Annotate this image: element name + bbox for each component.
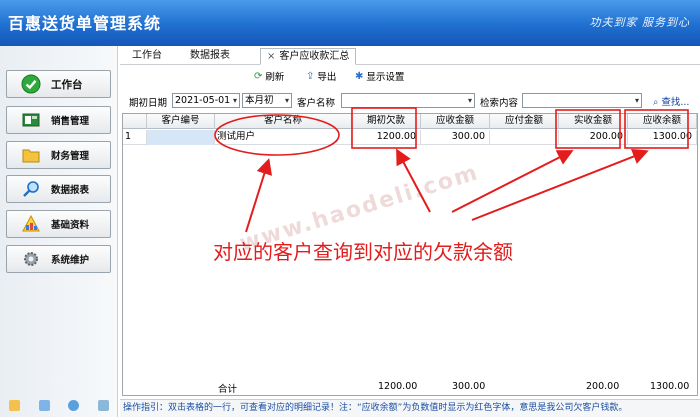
sidebar-item-sales[interactable]: 销售管理 bbox=[6, 106, 111, 134]
refresh-icon: ⟳ bbox=[254, 70, 263, 82]
export-label: 导出 bbox=[317, 72, 337, 83]
sidebar: 工作台 销售管理 财务管理 数据报表 基础资料 系统维护 bbox=[0, 46, 118, 417]
sidebar-item-finance[interactable]: 财务管理 bbox=[6, 141, 111, 169]
total-opening-debt: 1200.00 bbox=[378, 381, 418, 392]
table-header: 客户编号 客户名称 期初欠款 应收金额 应付金额 实收金额 应收余额 bbox=[123, 114, 697, 129]
chevron-down-icon: ▾ bbox=[232, 96, 237, 105]
sidebar-item-reports[interactable]: 数据报表 bbox=[6, 175, 111, 203]
sidebar-item-label: 基础资料 bbox=[51, 220, 90, 231]
tab-customer-receivables[interactable]: × 客户应收款汇总 bbox=[260, 48, 357, 65]
tab-reports[interactable]: 数据报表 bbox=[190, 48, 230, 65]
sales-icon bbox=[21, 110, 41, 130]
search-label: 检索内容 bbox=[480, 98, 519, 109]
help-icon[interactable] bbox=[68, 400, 80, 411]
settings-icon: ✱ bbox=[355, 70, 364, 82]
sidebar-item-workbench[interactable]: 工作台 bbox=[6, 70, 111, 98]
period-type-value: 本月初 bbox=[245, 95, 274, 106]
sidebar-item-label: 系统维护 bbox=[51, 255, 90, 266]
period-date-value: 2021-05-01 bbox=[175, 95, 231, 106]
totals-row: 合计 1200.00 300.00 200.00 1300.00 bbox=[122, 381, 698, 395]
total-balance: 1300.00 bbox=[650, 381, 690, 392]
folder-icon bbox=[21, 145, 41, 165]
export-button[interactable]: ⇪ 导出 bbox=[306, 69, 337, 84]
chevron-down-icon: ▾ bbox=[634, 96, 639, 105]
sidebar-footer bbox=[0, 400, 118, 411]
sidebar-item-label: 销售管理 bbox=[51, 116, 90, 127]
tab-workbench[interactable]: 工作台 bbox=[132, 48, 162, 65]
app-slogan: 功夫到家 服务到心 bbox=[589, 16, 690, 29]
col-received[interactable]: 实收金额 bbox=[559, 114, 628, 129]
cell-customer-name[interactable]: 测试用户 bbox=[215, 130, 352, 145]
search-input[interactable]: ▾ bbox=[522, 93, 642, 108]
row-number: 1 bbox=[123, 130, 147, 145]
cell-customer-code[interactable] bbox=[147, 130, 215, 145]
note-icon[interactable] bbox=[9, 400, 21, 411]
close-icon[interactable]: × bbox=[267, 51, 275, 62]
total-received: 200.00 bbox=[586, 381, 620, 392]
check-circle-icon bbox=[21, 74, 41, 94]
sidebar-item-system[interactable]: 系统维护 bbox=[6, 245, 111, 273]
cell-received[interactable]: 200.00 bbox=[559, 130, 628, 145]
gear-icon bbox=[21, 249, 41, 269]
app-header: 百惠送货单管理系统 功夫到家 服务到心 bbox=[0, 0, 700, 46]
status-bar: 操作指引：双击表格的一行，可查看对应的明细记录！注：“应收余额”为负数值时显示为… bbox=[120, 399, 700, 417]
col-receivable[interactable]: 应收金额 bbox=[421, 114, 490, 129]
col-opening-debt[interactable]: 期初欠款 bbox=[352, 114, 421, 129]
chevron-down-icon: ▾ bbox=[284, 96, 289, 105]
window-icon[interactable] bbox=[38, 400, 50, 411]
refresh-label: 刷新 bbox=[265, 72, 285, 83]
sidebar-item-label: 数据报表 bbox=[51, 185, 90, 196]
col-payable[interactable]: 应付金额 bbox=[490, 114, 559, 129]
totals-label: 合计 bbox=[218, 384, 238, 395]
customer-label: 客户名称 bbox=[297, 98, 336, 109]
sidebar-item-label: 工作台 bbox=[51, 78, 83, 91]
total-receivable: 300.00 bbox=[452, 381, 486, 392]
search-icon: ⌕ bbox=[653, 97, 659, 108]
period-label: 期初日期 bbox=[129, 98, 168, 109]
refresh-button[interactable]: ⟳ 刷新 bbox=[254, 69, 285, 84]
cell-payable[interactable] bbox=[490, 130, 559, 145]
info-icon[interactable] bbox=[97, 400, 109, 411]
row-number-header bbox=[123, 114, 147, 129]
tab-label: 客户应收款汇总 bbox=[279, 51, 350, 62]
col-balance[interactable]: 应收余额 bbox=[628, 114, 697, 129]
period-date-field[interactable]: 2021-05-01 ▾ bbox=[172, 93, 240, 108]
sidebar-item-basic-data[interactable]: 基础资料 bbox=[6, 210, 111, 238]
cell-opening-debt[interactable]: 1200.00 bbox=[352, 130, 421, 145]
display-settings-button[interactable]: ✱ 显示设置 bbox=[355, 69, 405, 84]
export-icon: ⇪ bbox=[306, 70, 315, 82]
col-customer-name[interactable]: 客户名称 bbox=[215, 114, 352, 129]
period-type-select[interactable]: 本月初 ▾ bbox=[242, 93, 292, 108]
building-icon bbox=[21, 214, 41, 234]
sidebar-item-label: 财务管理 bbox=[51, 151, 90, 162]
display-settings-label: 显示设置 bbox=[366, 72, 405, 83]
col-customer-code[interactable]: 客户编号 bbox=[147, 114, 215, 129]
find-link[interactable]: ⌕ 查找... bbox=[653, 94, 689, 108]
cell-receivable[interactable]: 300.00 bbox=[421, 130, 490, 145]
toolbar: ⟳ 刷新 ⇪ 导出 ✱ 显示设置 bbox=[120, 68, 700, 86]
magnifier-icon bbox=[21, 179, 41, 199]
receivables-table[interactable]: 客户编号 客户名称 期初欠款 应收金额 应付金额 实收金额 应收余额 1 测试用… bbox=[122, 113, 698, 396]
customer-select[interactable]: ▾ bbox=[341, 93, 475, 108]
chevron-down-icon: ▾ bbox=[467, 96, 472, 105]
app-title: 百惠送货单管理系统 bbox=[8, 14, 162, 33]
filter-bar: 期初日期 2021-05-01 ▾ 本月初 ▾ 客户名称 ▾ 检索内容 ▾ ⌕ 查找… bbox=[120, 92, 700, 110]
find-link-label: 查找... bbox=[661, 97, 690, 108]
main-panel: 工作台 数据报表 × 客户应收款汇总 ⟳ 刷新 ⇪ 导出 ✱ 显示设置 期初日期 … bbox=[120, 46, 700, 417]
table-row[interactable]: 1 测试用户 1200.00 300.00 200.00 1300.00 bbox=[123, 130, 697, 145]
cell-balance[interactable]: 1300.00 bbox=[628, 130, 697, 145]
tab-bar: 工作台 数据报表 × 客户应收款汇总 bbox=[120, 46, 700, 65]
